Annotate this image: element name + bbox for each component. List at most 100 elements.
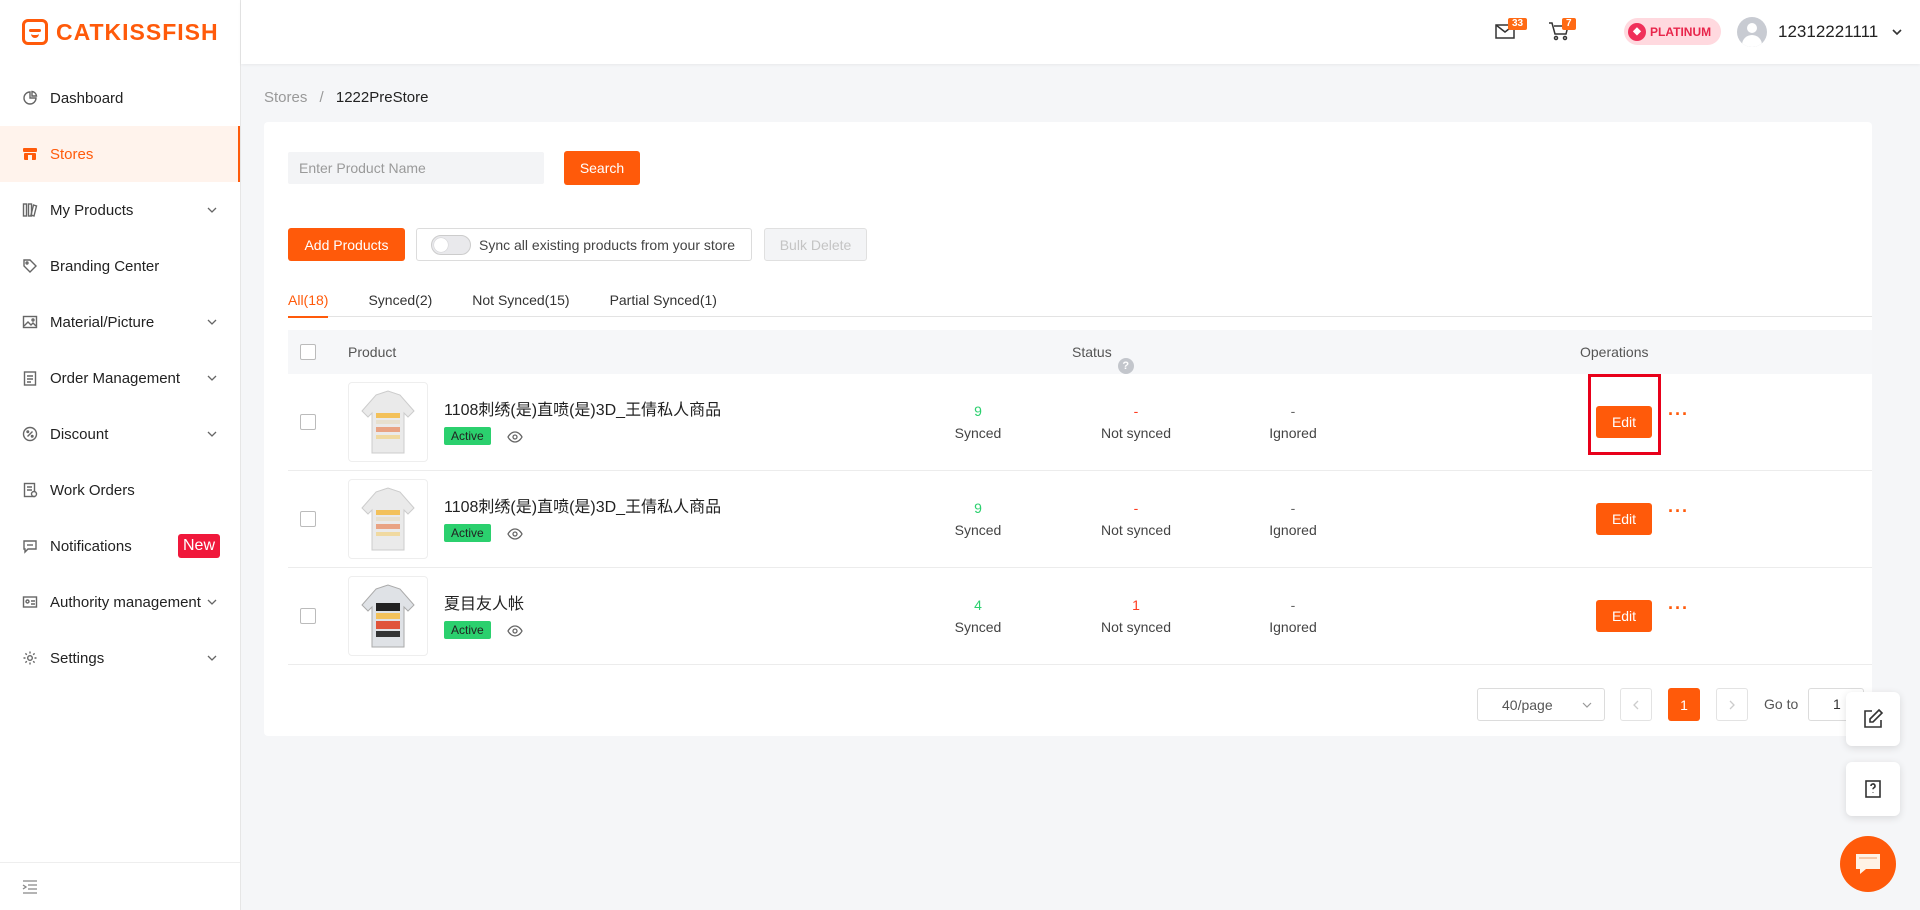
sidebar-item-dashboard[interactable]: Dashboard bbox=[0, 70, 240, 126]
sidebar-item-order-management[interactable]: Order Management bbox=[0, 350, 240, 406]
table-row: 夏目友人帐 Active 4 Synced 1 Not synced - Ignore… bbox=[288, 568, 1872, 665]
sidebar-item-label: Discount bbox=[50, 425, 109, 443]
edit-note-icon bbox=[1864, 708, 1884, 728]
help-icon[interactable]: ? bbox=[1117, 358, 1134, 374]
page-size-select[interactable]: 40/page bbox=[1477, 688, 1605, 721]
message-icon bbox=[22, 538, 38, 554]
collapse-sidebar-button[interactable] bbox=[0, 862, 240, 910]
brand-logo[interactable]: CATKISSFISH bbox=[0, 0, 240, 64]
not-synced-count: 1 bbox=[1132, 597, 1140, 613]
product-name[interactable]: 夏目友人帐 bbox=[444, 590, 524, 614]
bulk-delete-button[interactable]: Bulk Delete bbox=[764, 228, 867, 261]
synced-label: Synced bbox=[954, 619, 1002, 635]
sidebar-item-authority-management[interactable]: Authority management bbox=[0, 574, 240, 630]
page-size-value: 40/page bbox=[1502, 696, 1553, 713]
sidebar-item-discount[interactable]: Discount bbox=[0, 406, 240, 462]
work-order-icon bbox=[22, 482, 38, 498]
more-actions-icon[interactable]: ··· bbox=[1668, 598, 1689, 619]
brand-name: CATKISSFISH bbox=[56, 18, 219, 45]
not-synced-count: - bbox=[1133, 403, 1139, 419]
cart-button[interactable]: 7 bbox=[1548, 18, 1576, 44]
header-operations: Operations bbox=[1580, 344, 1649, 360]
sidebar-item-work-orders[interactable]: Work Orders bbox=[0, 462, 240, 518]
sidebar-item-stores[interactable]: Stores bbox=[0, 126, 240, 182]
gear-icon bbox=[22, 650, 38, 666]
tab-not-synced[interactable]: Not Synced(15) bbox=[472, 287, 569, 317]
avatar[interactable] bbox=[1737, 17, 1767, 47]
add-products-button[interactable]: Add Products bbox=[288, 228, 405, 261]
sidebar-item-branding-center[interactable]: Branding Center bbox=[0, 238, 240, 294]
toggle-switch[interactable] bbox=[431, 234, 471, 255]
tab-all[interactable]: All(18) bbox=[288, 287, 329, 318]
chevron-down-icon[interactable] bbox=[1891, 26, 1903, 38]
mail-count-badge: 33 bbox=[1508, 18, 1528, 30]
row-checkbox[interactable] bbox=[300, 511, 316, 527]
product-name[interactable]: 1108刺绣(是)直喷(是)3D_王倩私人商品 bbox=[444, 396, 721, 420]
more-actions-icon[interactable]: ··· bbox=[1668, 501, 1689, 522]
product-thumbnail[interactable] bbox=[348, 382, 428, 462]
membership-badge[interactable]: ◆ PLATINUM bbox=[1624, 18, 1722, 45]
sidebar-item-label: Dashboard bbox=[50, 89, 124, 107]
synced-count: 9 bbox=[974, 500, 982, 516]
chevron-down-icon bbox=[207, 655, 217, 661]
chat-button[interactable] bbox=[1840, 836, 1896, 892]
not-synced-stat: - Not synced bbox=[1076, 402, 1196, 441]
more-actions-icon[interactable]: ··· bbox=[1668, 404, 1689, 425]
mail-button[interactable]: 33 bbox=[1494, 18, 1528, 44]
breadcrumb-separator: / bbox=[319, 89, 324, 106]
products-icon bbox=[22, 202, 38, 218]
page-number[interactable]: 1 bbox=[1668, 688, 1700, 721]
ignored-stat: - Ignored bbox=[1233, 499, 1353, 538]
eye-icon[interactable] bbox=[507, 526, 523, 542]
not-synced-label: Not synced bbox=[1100, 522, 1172, 538]
row-checkbox[interactable] bbox=[300, 608, 316, 624]
sidebar-item-notifications[interactable]: Notifications New bbox=[0, 518, 240, 574]
sidebar-item-my-products[interactable]: My Products bbox=[0, 182, 240, 238]
table-row: 1108刺绣(是)直喷(是)3D_王倩私人商品 Active 9 Synced -… bbox=[288, 471, 1872, 568]
sync-label: Sync all existing products from your sto… bbox=[479, 236, 735, 253]
synced-stat: 9 Synced bbox=[918, 402, 1038, 441]
edit-button[interactable]: Edit bbox=[1596, 600, 1652, 632]
ignored-count: - bbox=[1290, 597, 1296, 613]
edit-button[interactable]: Edit bbox=[1596, 503, 1652, 535]
eye-icon[interactable] bbox=[507, 623, 523, 639]
sidebar-item-label: Material/Picture bbox=[50, 313, 155, 331]
search-button[interactable]: Search bbox=[564, 151, 640, 185]
products-card: Search Add Products Sync all existing pr… bbox=[264, 122, 1872, 736]
sidebar-item-label: Authority management bbox=[50, 593, 201, 611]
top-header: 33 7 ◆ PLATINUM 12312221111 bbox=[241, 0, 1920, 64]
chevron-down-icon bbox=[207, 375, 217, 381]
not-synced-label: Not synced bbox=[1100, 425, 1172, 441]
ignored-count: - bbox=[1290, 403, 1296, 419]
product-name[interactable]: 1108刺绣(是)直喷(是)3D_王倩私人商品 bbox=[444, 493, 721, 517]
chat-icon bbox=[1856, 854, 1880, 874]
sync-all-toggle[interactable]: Sync all existing products from your sto… bbox=[416, 228, 752, 261]
synced-stat: 4 Synced bbox=[918, 596, 1038, 635]
tab-synced[interactable]: Synced(2) bbox=[368, 287, 432, 317]
select-all-checkbox[interactable] bbox=[300, 344, 316, 360]
header-status: Status? bbox=[1072, 344, 1134, 374]
tab-partial-synced[interactable]: Partial Synced(1) bbox=[610, 287, 717, 317]
row-checkbox[interactable] bbox=[300, 414, 316, 430]
product-thumbnail[interactable] bbox=[348, 576, 428, 656]
eye-icon[interactable] bbox=[507, 429, 523, 445]
ignored-label: Ignored bbox=[1269, 522, 1317, 538]
prev-page-button[interactable] bbox=[1620, 688, 1652, 721]
edit-button[interactable]: Edit bbox=[1596, 406, 1652, 438]
breadcrumb-stores[interactable]: Stores bbox=[264, 89, 307, 106]
sidebar-item-material-picture[interactable]: Material/Picture bbox=[0, 294, 240, 350]
help-book-icon bbox=[1865, 780, 1881, 798]
product-thumbnail[interactable] bbox=[348, 479, 428, 559]
sidebar-nav: Dashboard Stores My Products Branding Ce… bbox=[0, 70, 240, 686]
feedback-button[interactable] bbox=[1846, 692, 1900, 746]
synced-count: 9 bbox=[974, 403, 982, 419]
synced-label: Synced bbox=[954, 425, 1002, 441]
not-synced-stat: 1 Not synced bbox=[1076, 596, 1196, 635]
next-page-button[interactable] bbox=[1716, 688, 1748, 721]
guide-button[interactable] bbox=[1846, 762, 1900, 816]
hoodie-image bbox=[361, 487, 415, 551]
sidebar-item-settings[interactable]: Settings bbox=[0, 630, 240, 686]
search-input[interactable] bbox=[288, 152, 544, 184]
username[interactable]: 12312221111 bbox=[1778, 22, 1878, 42]
chevron-down-icon bbox=[207, 599, 217, 605]
